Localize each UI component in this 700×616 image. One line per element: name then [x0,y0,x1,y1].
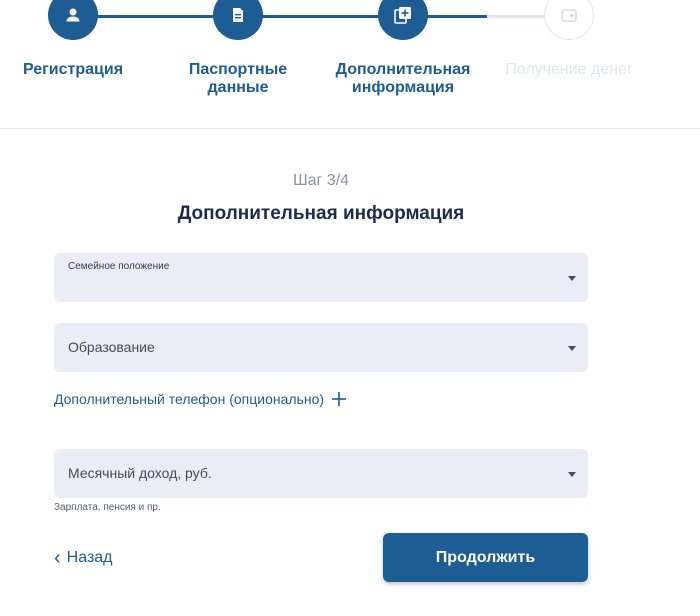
step-2-document-icon [213,0,263,40]
step-4-wallet-icon [544,0,594,40]
add-document-icon [394,7,411,24]
education-select[interactable]: Образование [54,323,588,372]
chevron-down-icon [568,276,576,281]
step-label-additional-info: Дополнительная информация [335,61,471,96]
step-label-get-money: Получение денег [505,61,633,78]
step-counter: Шаг 3/4 [292,172,350,189]
step-label-registration: Регистрация [22,61,124,78]
step-3-add-document-icon [378,0,428,40]
back-label: Назад [66,549,113,566]
chevron-left-icon: ‹ [54,547,61,569]
step-1-user-icon [48,0,98,40]
add-extra-phone-link[interactable]: Дополнительный телефон (опционально) [54,390,347,408]
marital-status-select[interactable]: Семейное положение [54,253,588,302]
monthly-income-select[interactable]: Месячный доход, руб. [54,449,588,498]
chevron-down-icon [568,472,576,477]
education-placeholder: Образование [68,339,155,355]
wallet-icon [561,9,577,22]
user-icon [66,8,80,22]
chevron-down-icon [568,346,576,351]
back-link[interactable]: ‹ Назад [54,547,113,569]
plus-icon [332,390,347,408]
monthly-income-placeholder: Месячный доход, руб. [68,465,212,481]
document-icon [233,8,243,22]
step-label-passport: Паспортные данные [188,61,288,96]
add-extra-phone-label: Дополнительный телефон (опционально) [54,391,325,407]
form-title: Дополнительная информация [177,203,465,224]
continue-button[interactable]: Продолжить [383,533,588,582]
monthly-income-hint: Зарплата, пенсия и пр. [54,502,161,513]
progress-stepper: Регистрация Паспортные данные Дополнител… [0,0,700,129]
marital-status-label: Семейное положение [68,261,170,272]
